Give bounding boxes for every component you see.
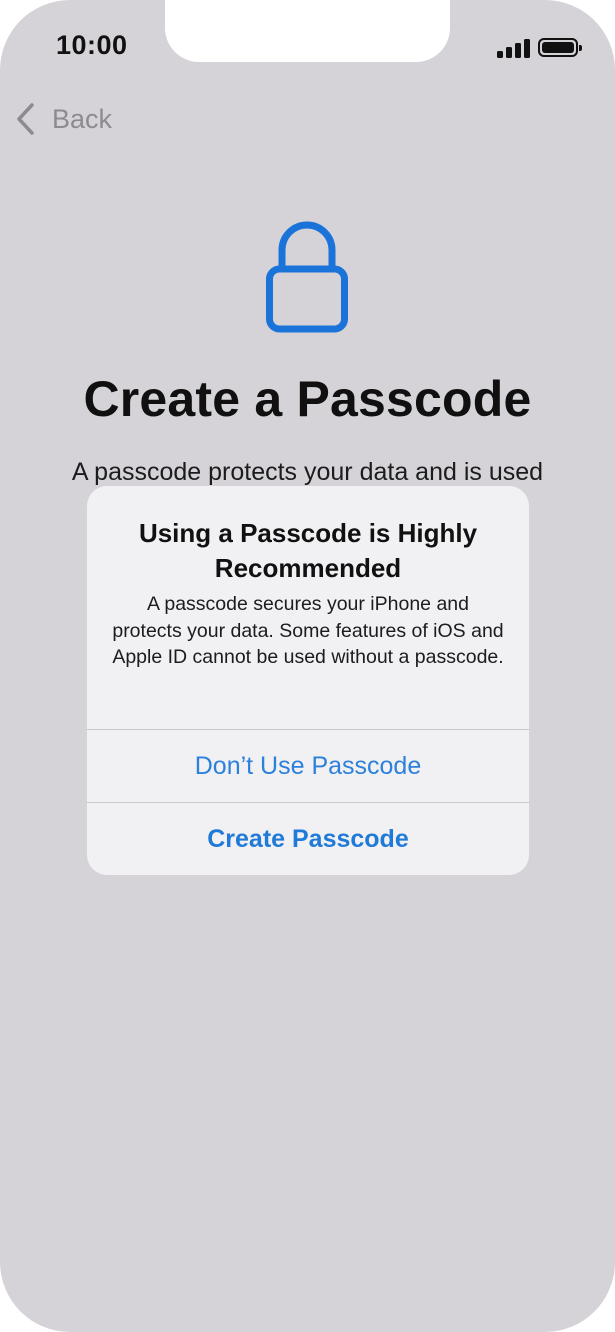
page-subtitle: A passcode protects your data and is use… xyxy=(71,458,544,486)
notch xyxy=(165,0,450,62)
alert-message: A passcode secures your iPhone and prote… xyxy=(112,593,504,668)
cellular-signal-icon xyxy=(497,38,531,58)
lock-icon xyxy=(266,221,348,333)
back-button[interactable]: Back xyxy=(14,100,112,138)
alert-title: Using a Passcode is Highly Recommended xyxy=(138,518,478,583)
status-time: 10:00 xyxy=(56,30,128,60)
alert-dialog: Using a Passcode is Highly Recommended A… xyxy=(87,486,529,875)
back-label: Back xyxy=(52,103,113,134)
battery-icon xyxy=(538,38,582,57)
page-title: Create a Passcode xyxy=(83,371,532,427)
chevron-left-icon xyxy=(17,103,34,135)
phone-screen: 10:00 Back Create a Passcode A passcode … xyxy=(0,0,615,1332)
dont-use-passcode-button[interactable]: Don’t Use Passcode xyxy=(87,730,529,802)
create-passcode-button[interactable]: Create Passcode xyxy=(87,803,529,875)
